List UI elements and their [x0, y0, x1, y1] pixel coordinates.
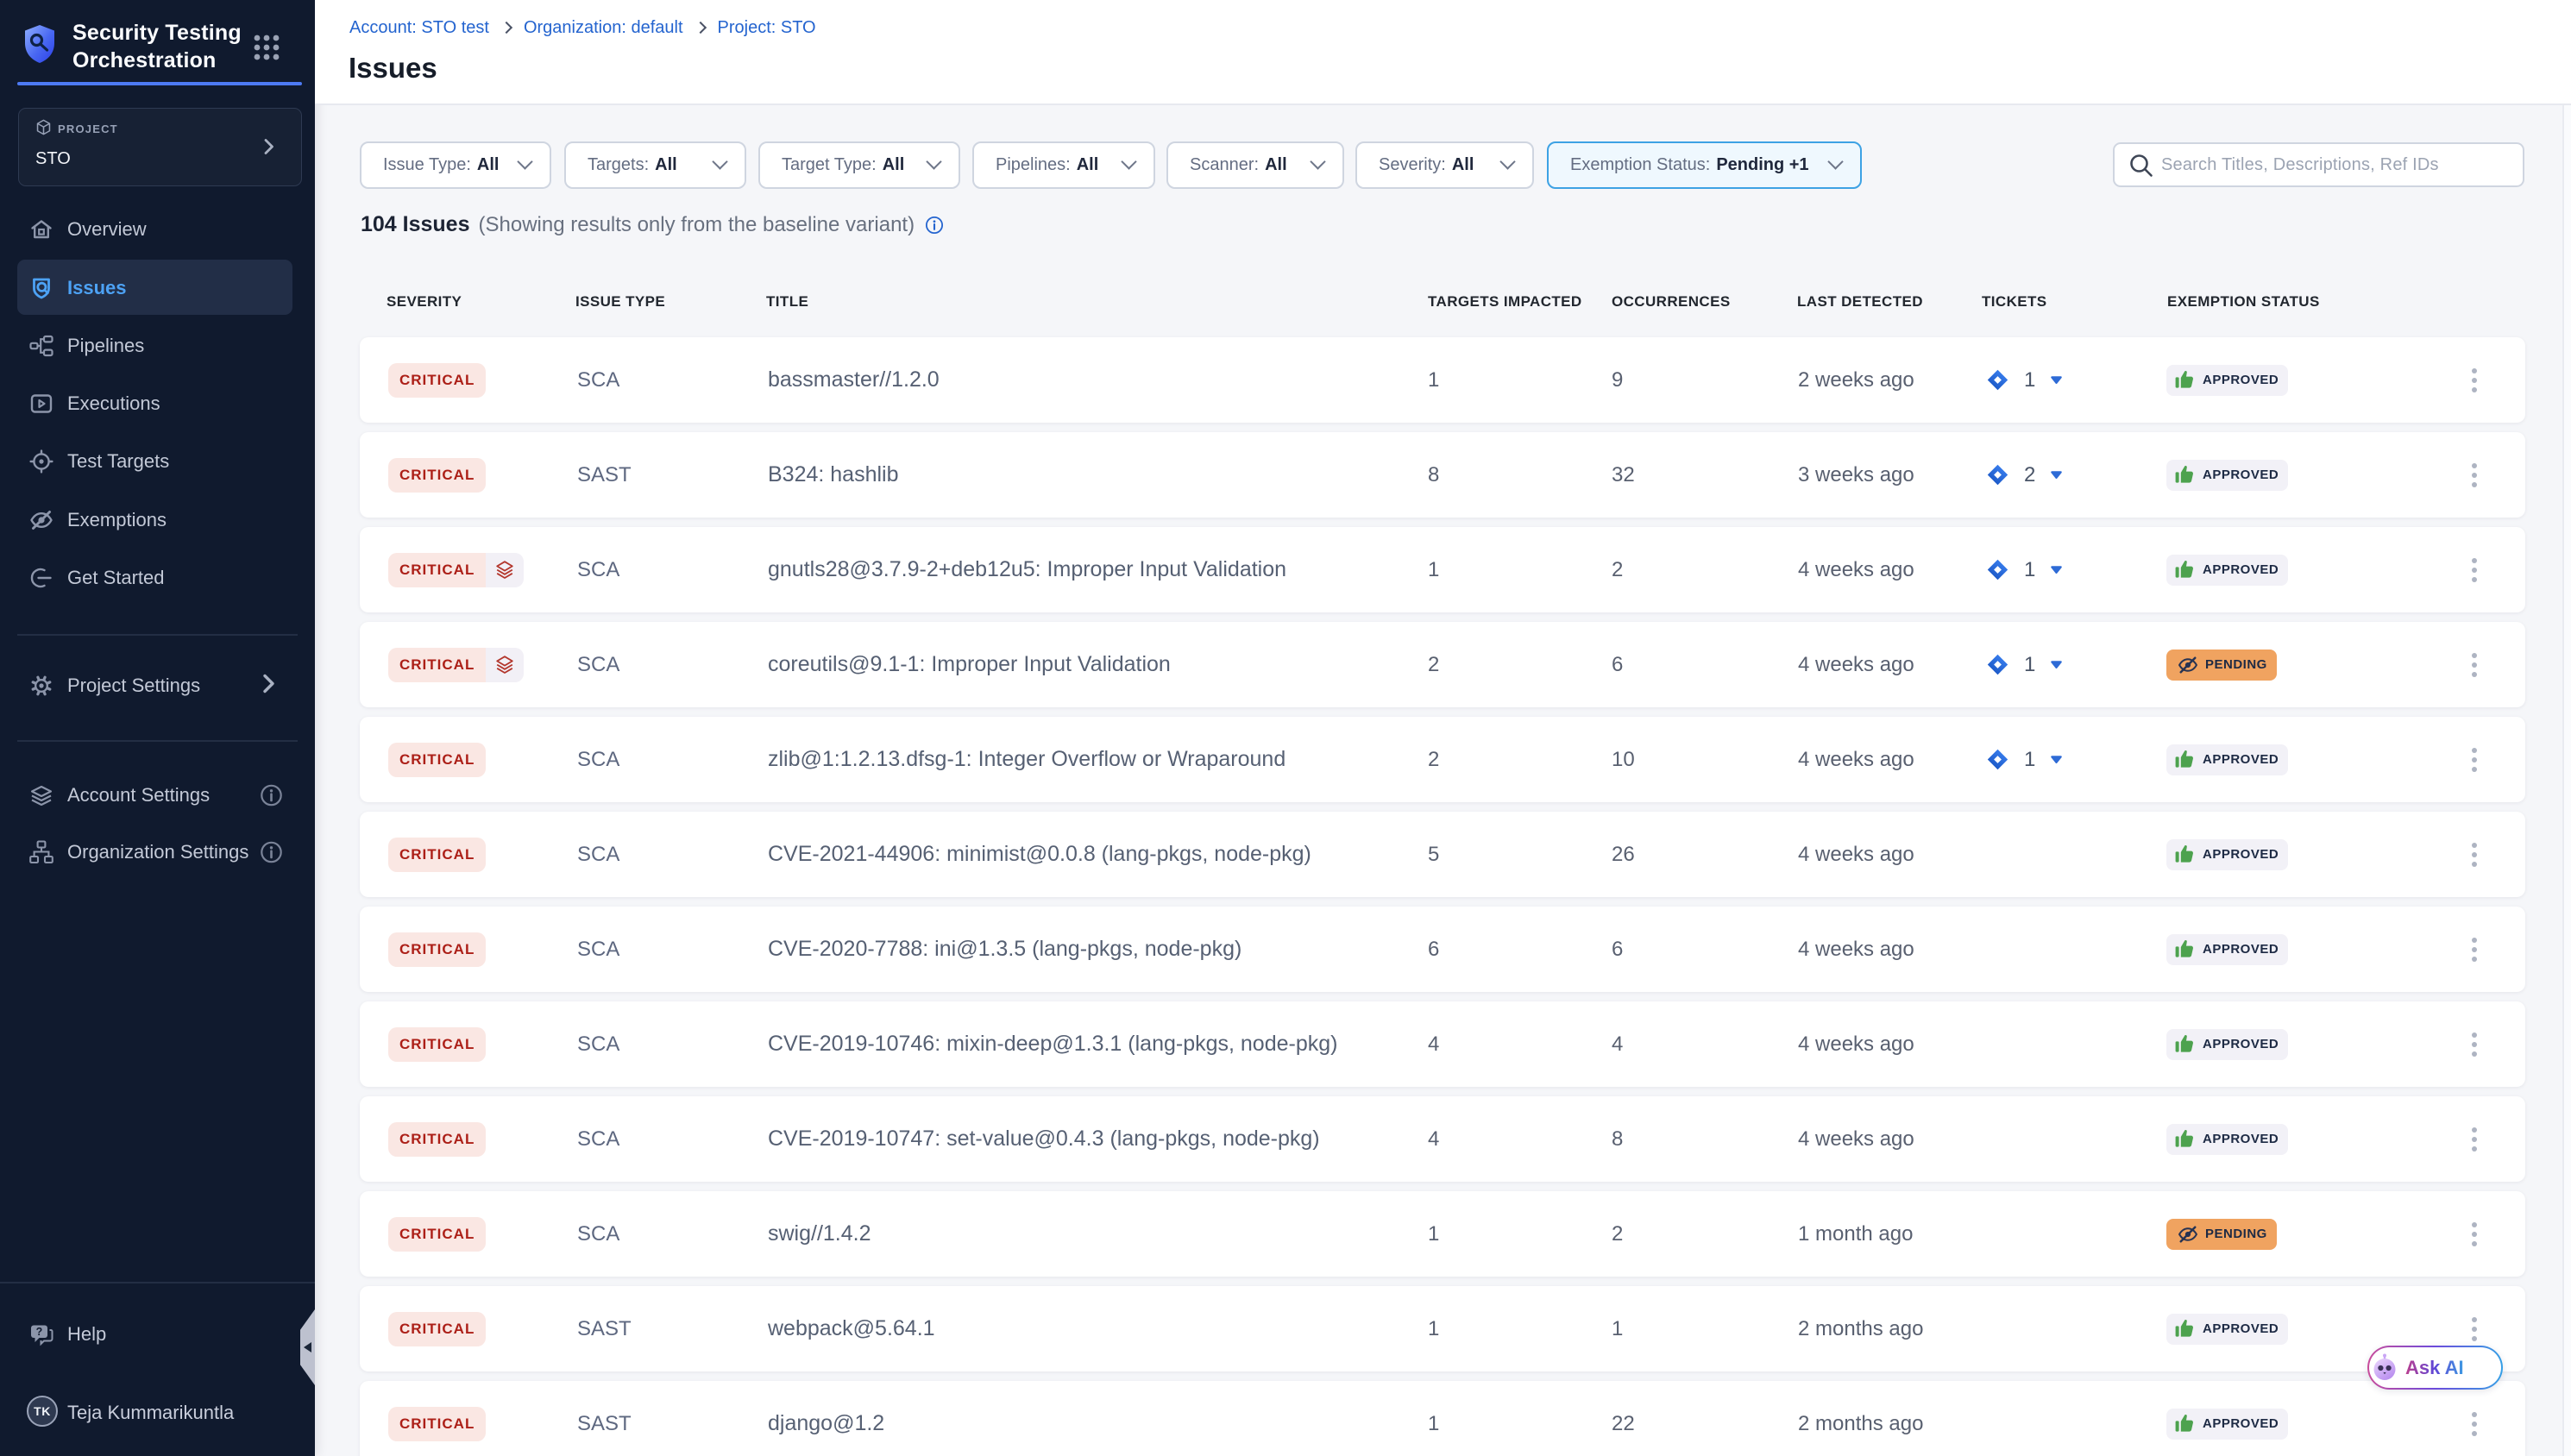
- svg-text:?: ?: [36, 1326, 43, 1338]
